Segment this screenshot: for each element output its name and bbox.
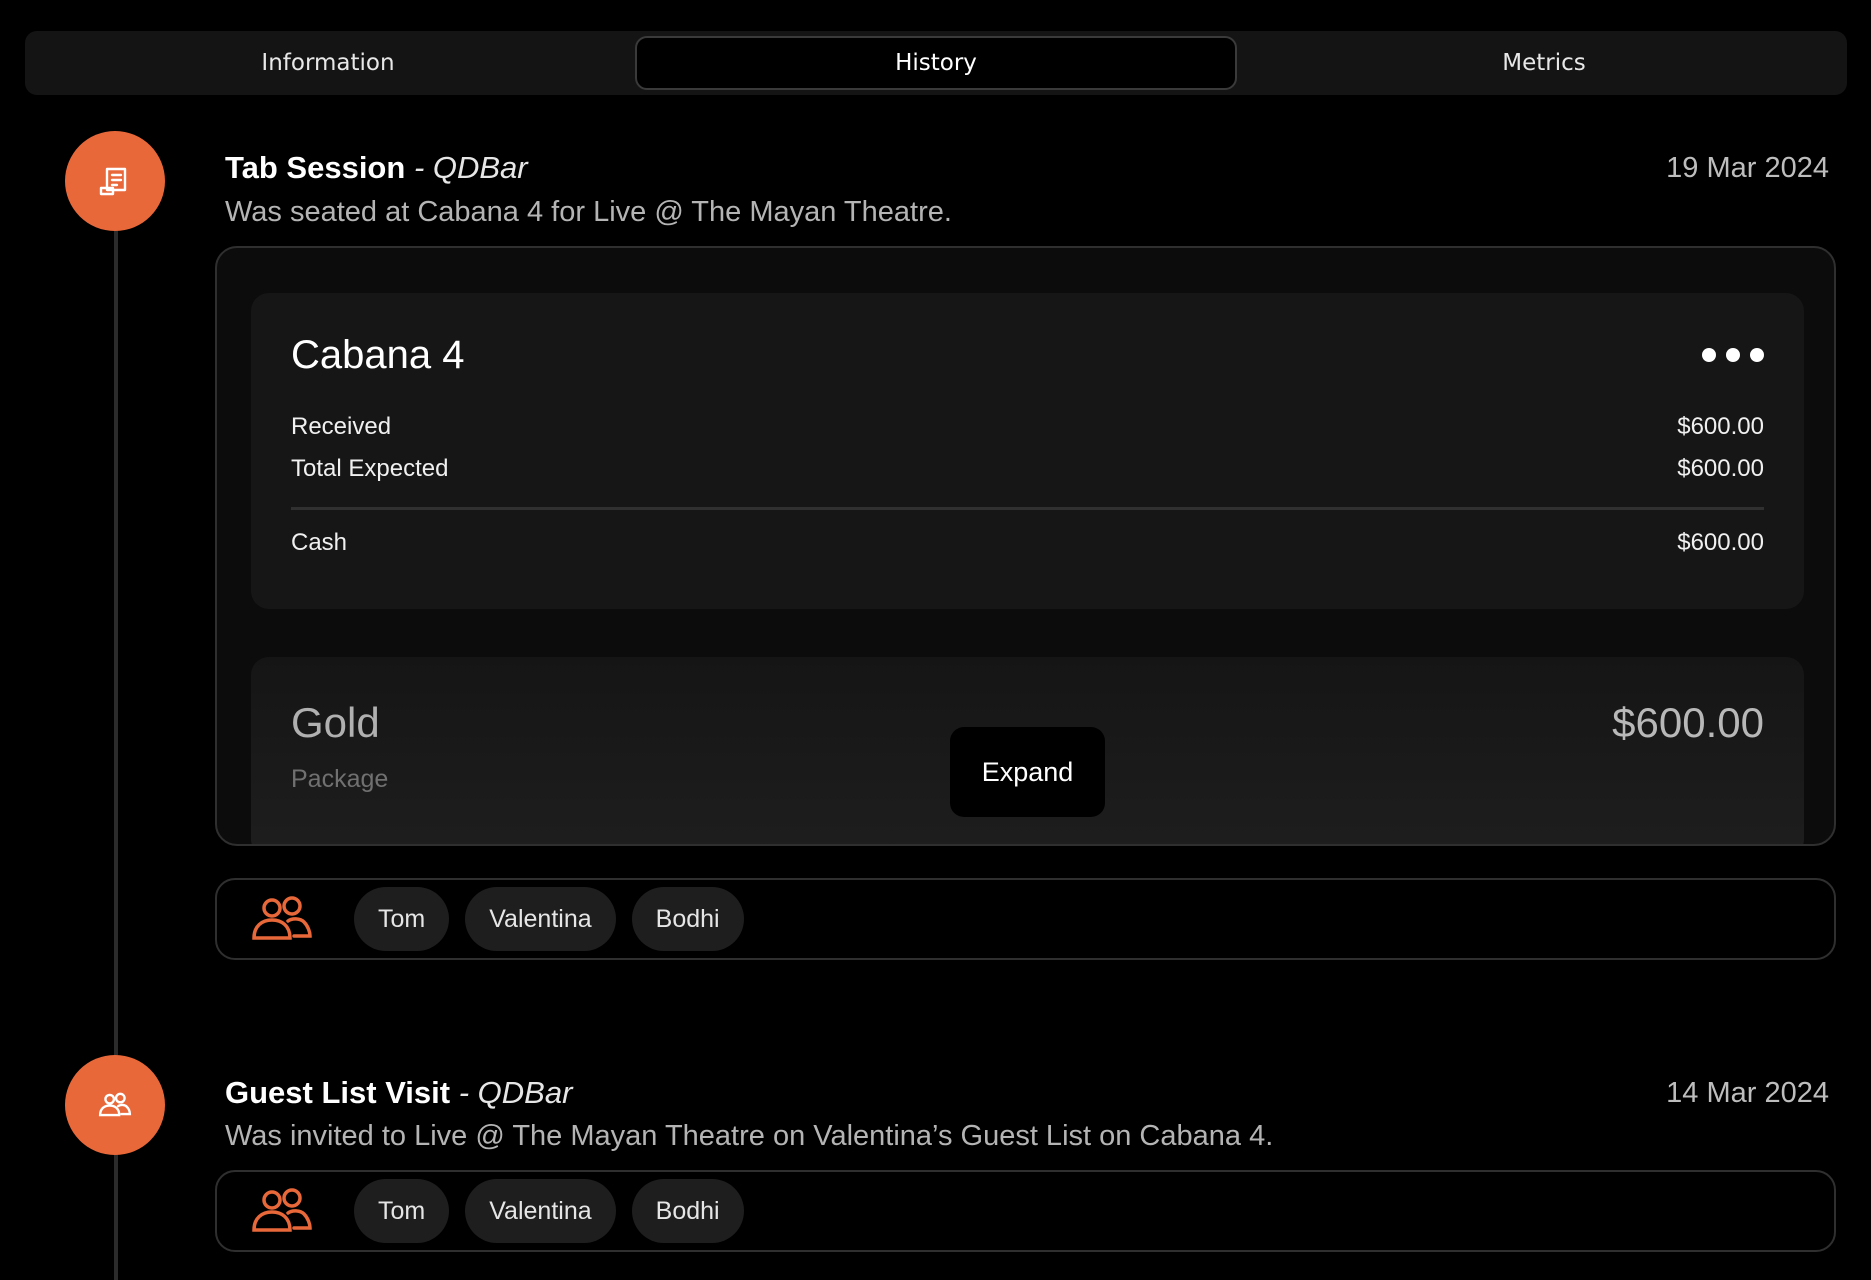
entry-title: Guest List Visit - QDBar: [225, 1075, 572, 1111]
package-label: Package: [291, 765, 389, 793]
guest-chips: Tom Valentina Bodhi: [354, 1179, 744, 1243]
entry-description: Was invited to Live @ The Mayan Theatre …: [225, 1120, 1274, 1152]
tab-history[interactable]: History: [635, 36, 1237, 90]
session-card: Cabana 4 Received $600.00 Total Expected…: [215, 246, 1836, 846]
tab-metrics[interactable]: Metrics: [1245, 36, 1843, 90]
entry-venue: - QDBar: [413, 150, 528, 185]
expected-value: $600.00: [1677, 455, 1764, 482]
people-icon: [65, 1055, 165, 1155]
entry-title: Tab Session - QDBar: [225, 150, 528, 186]
package-price: $600.00: [1612, 699, 1764, 746]
entry-description: Was seated at Cabana 4 for Live @ The Ma…: [225, 196, 952, 228]
dot-icon: [1750, 348, 1764, 362]
package-name: Gold: [291, 699, 380, 746]
entry-venue: - QDBar: [458, 1075, 573, 1110]
dot-icon: [1702, 348, 1716, 362]
cash-value: $600.00: [1677, 529, 1764, 556]
receipt-icon: [65, 131, 165, 231]
entry-date: 19 Mar 2024: [1666, 152, 1829, 184]
more-options-button[interactable]: [1702, 343, 1764, 367]
tab-information[interactable]: Information: [29, 36, 627, 90]
cash-row: Cash $600.00: [291, 529, 1764, 557]
entry-title-text: Tab Session: [225, 150, 406, 185]
guest-chip[interactable]: Bodhi: [631, 887, 744, 951]
guest-chip[interactable]: Bodhi: [631, 1179, 744, 1243]
entry-date: 14 Mar 2024: [1666, 1077, 1829, 1109]
received-label: Received: [291, 413, 392, 440]
guests-bar: Tom Valentina Bodhi: [215, 878, 1836, 960]
guest-chips: Tom Valentina Bodhi: [354, 887, 744, 951]
page: Information History Metrics Tab Session …: [0, 0, 1871, 1280]
guest-chip[interactable]: Tom: [354, 887, 450, 951]
cash-label: Cash: [291, 529, 348, 556]
people-icon: [252, 1188, 312, 1232]
guest-chip[interactable]: Valentina: [465, 1179, 616, 1243]
guests-bar: Tom Valentina Bodhi: [215, 1170, 1836, 1252]
people-icon: [252, 896, 312, 940]
tab-name: Cabana 4: [291, 333, 465, 377]
dot-icon: [1726, 348, 1740, 362]
received-value: $600.00: [1677, 413, 1764, 440]
guest-chip[interactable]: Valentina: [465, 887, 616, 951]
entry-title-text: Guest List Visit: [225, 1075, 451, 1110]
expand-button[interactable]: Expand: [950, 727, 1105, 817]
expected-label: Total Expected: [291, 455, 449, 482]
received-row: Received $600.00: [291, 413, 1764, 441]
expected-row: Total Expected $600.00: [291, 455, 1764, 483]
tab-summary: Cabana 4 Received $600.00 Total Expected…: [251, 293, 1804, 609]
divider: [291, 507, 1764, 510]
guest-chip[interactable]: Tom: [354, 1179, 450, 1243]
tab-bar: Information History Metrics: [25, 31, 1847, 95]
